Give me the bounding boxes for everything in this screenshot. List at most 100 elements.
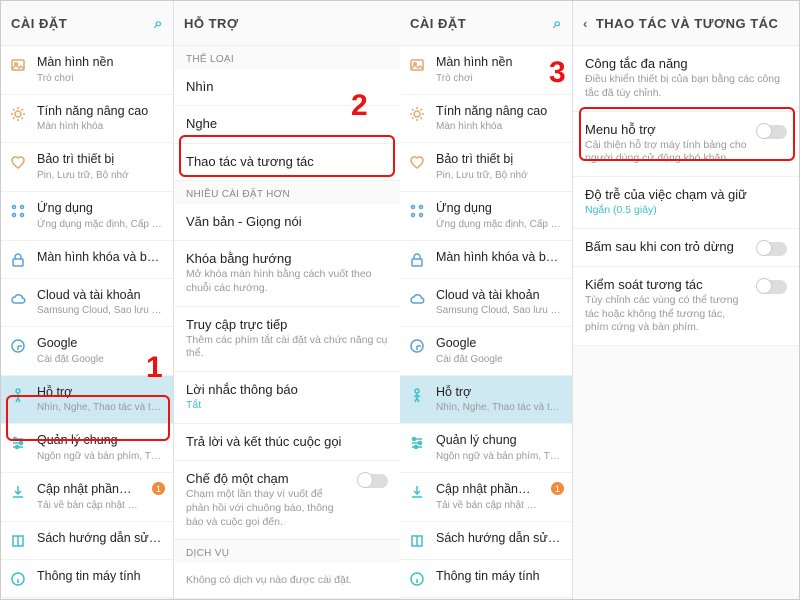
sidebar-item-advanced[interactable]: Tính năng nâng cao Màn hình khóa: [400, 95, 572, 144]
sidebar-item-wallpaper[interactable]: Màn hình nền Trò chơi: [1, 46, 173, 95]
item-sub: Tắt: [186, 399, 388, 413]
detail-item[interactable]: Bấm sau khi con trỏ dừng: [573, 229, 799, 267]
toggle[interactable]: [358, 474, 388, 488]
detail-item[interactable]: Khóa bằng hướng Mở khóa màn hình bằng cá…: [174, 241, 400, 307]
info-icon: [9, 570, 27, 588]
sidebar-item-lockscreen[interactable]: Màn hình khóa và b…: [1, 241, 173, 279]
detail-item[interactable]: Menu hỗ trợ Cải thiện hỗ trợ máy tính bả…: [573, 112, 799, 178]
sidebar-item-general[interactable]: Quản lý chung Ngôn ngữ và bản phím, Thờ…: [1, 424, 173, 473]
heart-icon: [9, 153, 27, 171]
sidebar-item-google[interactable]: Google Cài đặt Google: [400, 327, 572, 376]
sidebar-item-advanced[interactable]: Tính năng nâng cao Màn hình khóa: [1, 95, 173, 144]
badge: 1: [152, 482, 165, 495]
heart-icon: [408, 153, 426, 171]
cloud-icon: [408, 289, 426, 307]
info-icon: [408, 570, 426, 588]
item-label: Độ trễ của việc chạm và giữ: [585, 187, 787, 203]
search-icon[interactable]: ⌕: [154, 15, 163, 32]
toggle[interactable]: [757, 280, 787, 294]
sidebar-item-manual[interactable]: Sách hướng dẫn sử…: [400, 522, 572, 560]
item-label: Bấm sau khi con trỏ dừng: [585, 239, 747, 255]
sidebar-item-cloud[interactable]: Cloud và tài khoản Samsung Cloud, Sao lư…: [400, 279, 572, 328]
item-label: Công tắc đa năng: [585, 56, 787, 72]
detail-item[interactable]: Truy cập trực tiếp Thêm các phím tắt cài…: [174, 307, 400, 373]
sidebar-item-apps[interactable]: Ứng dụng Ứng dụng mặc định, Cấp qu…: [400, 192, 572, 241]
toggle[interactable]: [757, 125, 787, 139]
sidebar-item-sub: Màn hình khóa: [37, 120, 165, 133]
sidebar-item-apps[interactable]: Ứng dụng Ứng dụng mặc định, Cấp qu…: [1, 192, 173, 241]
sidebar-item-label: Ứng dụng: [37, 201, 165, 217]
detail-item[interactable]: Độ trễ của việc chạm và giữ Ngắn (0.5 gi…: [573, 177, 799, 229]
sidebar-item-lockscreen[interactable]: Màn hình khóa và b…: [400, 241, 572, 279]
sidebar-item-accessibility[interactable]: Hỗ trợ Nhìn, Nghe, Thao tác và tươ…: [400, 376, 572, 425]
person-icon: [9, 386, 27, 404]
detail-item[interactable]: Văn bản - Giọng nói: [174, 204, 400, 241]
detail-item[interactable]: Nghe: [174, 106, 400, 143]
sidebar-item-sub: Tải về bản cập nhật thủ c…: [37, 499, 138, 512]
item-sub: Cải thiện hỗ trợ máy tính bảng cho người…: [585, 139, 747, 166]
detail-item[interactable]: Công tắc đa năng Điều khiển thiết bị của…: [573, 46, 799, 112]
item-sub: Điều khiển thiết bị của bạn bằng các côn…: [585, 73, 787, 100]
sidebar-item-wallpaper[interactable]: Màn hình nền Trò chơi: [400, 46, 572, 95]
item-sub: Tùy chỉnh các vùng có thể tương tác hoặc…: [585, 294, 747, 335]
item-sub: Chạm một lần thay vì vuốt để phản hồi vớ…: [186, 488, 348, 529]
sidebar-item-maintenance[interactable]: Bảo trì thiết bị Pin, Lưu trữ, Bộ nhớ: [1, 143, 173, 192]
sidebar-item-sub: Ứng dụng mặc định, Cấp qu…: [436, 218, 564, 231]
sidebar-item-manual[interactable]: Sách hướng dẫn sử…: [1, 522, 173, 560]
sidebar-item-accessibility[interactable]: Hỗ trợ Nhìn, Nghe, Thao tác và tươ…: [1, 376, 173, 425]
sidebar-item-label: Hỗ trợ: [436, 385, 564, 401]
sidebar-item-update[interactable]: Cập nhật phần… Tải về bản cập nhật thủ c…: [400, 473, 572, 522]
settings-sidebar-left: CÀI ĐẶT ⌕ Màn hình nền Trò chơi Tính năn…: [1, 1, 174, 600]
sidebar-item-label: Thông tin máy tính: [436, 569, 564, 585]
detail-item[interactable]: Nhìn: [174, 69, 400, 106]
item-sub: Ngắn (0.5 giây): [585, 204, 787, 218]
detail-item[interactable]: Trả lời và kết thúc cuộc gọi: [174, 424, 400, 461]
item-label: Khóa bằng hướng: [186, 251, 388, 267]
sidebar-item-sub: Ngôn ngữ và bản phím, Thờ…: [37, 450, 165, 463]
sliders-icon: [9, 434, 27, 452]
sidebar-item-sub: Pin, Lưu trữ, Bộ nhớ: [436, 169, 564, 182]
sidebar-item-label: Tính năng nâng cao: [436, 104, 564, 120]
detail-item[interactable]: Chế độ một chạm Chạm một lần thay vì vuố…: [174, 461, 400, 540]
sidebar-item-label: Sách hướng dẫn sử…: [37, 531, 165, 547]
detail-item[interactable]: Thao tác và tương tác: [174, 144, 400, 181]
section-services: DỊCH VỤ: [174, 540, 400, 563]
sidebar-item-update[interactable]: Cập nhật phần… Tải về bản cập nhật thủ c…: [1, 473, 173, 522]
item-label: Chế độ một chạm: [186, 471, 348, 487]
sidebar-item-sub: Tải về bản cập nhật thủ c…: [436, 499, 537, 512]
settings-header: CÀI ĐẶT ⌕: [400, 1, 572, 46]
lock-icon: [9, 251, 27, 269]
sidebar-item-google[interactable]: Google Cài đặt Google: [1, 327, 173, 376]
sidebar-item-sub: Trò chơi: [436, 72, 564, 85]
toggle[interactable]: [757, 242, 787, 256]
detail-item[interactable]: Lời nhắc thông báo Tắt: [174, 372, 400, 424]
sidebar-item-sub: Samsung Cloud, Sao lưu v…: [37, 304, 165, 317]
sidebar-item-sub: Màn hình khóa: [436, 120, 564, 133]
download-icon: [9, 483, 27, 501]
grid-icon: [9, 202, 27, 220]
settings-header: CÀI ĐẶT ⌕: [1, 1, 173, 46]
book-icon: [9, 532, 27, 550]
g-icon: [9, 337, 27, 355]
grid-icon: [408, 202, 426, 220]
sidebar-item-label: Sách hướng dẫn sử…: [436, 531, 564, 547]
sidebar-item-maintenance[interactable]: Bảo trì thiết bị Pin, Lưu trữ, Bộ nhớ: [400, 143, 572, 192]
sidebar-item-general[interactable]: Quản lý chung Ngôn ngữ và bản phím, Thờ…: [400, 424, 572, 473]
sidebar-item-label: Cập nhật phần…: [37, 482, 138, 498]
gear-icon: [9, 105, 27, 123]
back-icon[interactable]: ‹: [583, 16, 588, 31]
item-label: Truy cập trực tiếp: [186, 317, 388, 333]
sidebar-item-cloud[interactable]: Cloud và tài khoản Samsung Cloud, Sao lư…: [1, 279, 173, 328]
sidebar-item-about[interactable]: Thông tin máy tính: [400, 560, 572, 598]
sidebar-item-label: Google: [436, 336, 564, 352]
g-icon: [408, 337, 426, 355]
detail-item[interactable]: Kiểm soát tương tác Tùy chỉnh các vùng c…: [573, 267, 799, 346]
item-label: Trả lời và kết thúc cuộc gọi: [186, 434, 388, 450]
sidebar-item-label: Tính năng nâng cao: [37, 104, 165, 120]
sidebar-item-about[interactable]: Thông tin máy tính: [1, 560, 173, 598]
sidebar-item-sub: Nhìn, Nghe, Thao tác và tươ…: [436, 401, 564, 414]
search-icon[interactable]: ⌕: [553, 15, 562, 32]
sidebar-item-label: Quản lý chung: [37, 433, 165, 449]
sidebar-item-label: Hỗ trợ: [37, 385, 165, 401]
section-more: NHIỀU CÀI ĐẶT HƠN: [174, 181, 400, 204]
